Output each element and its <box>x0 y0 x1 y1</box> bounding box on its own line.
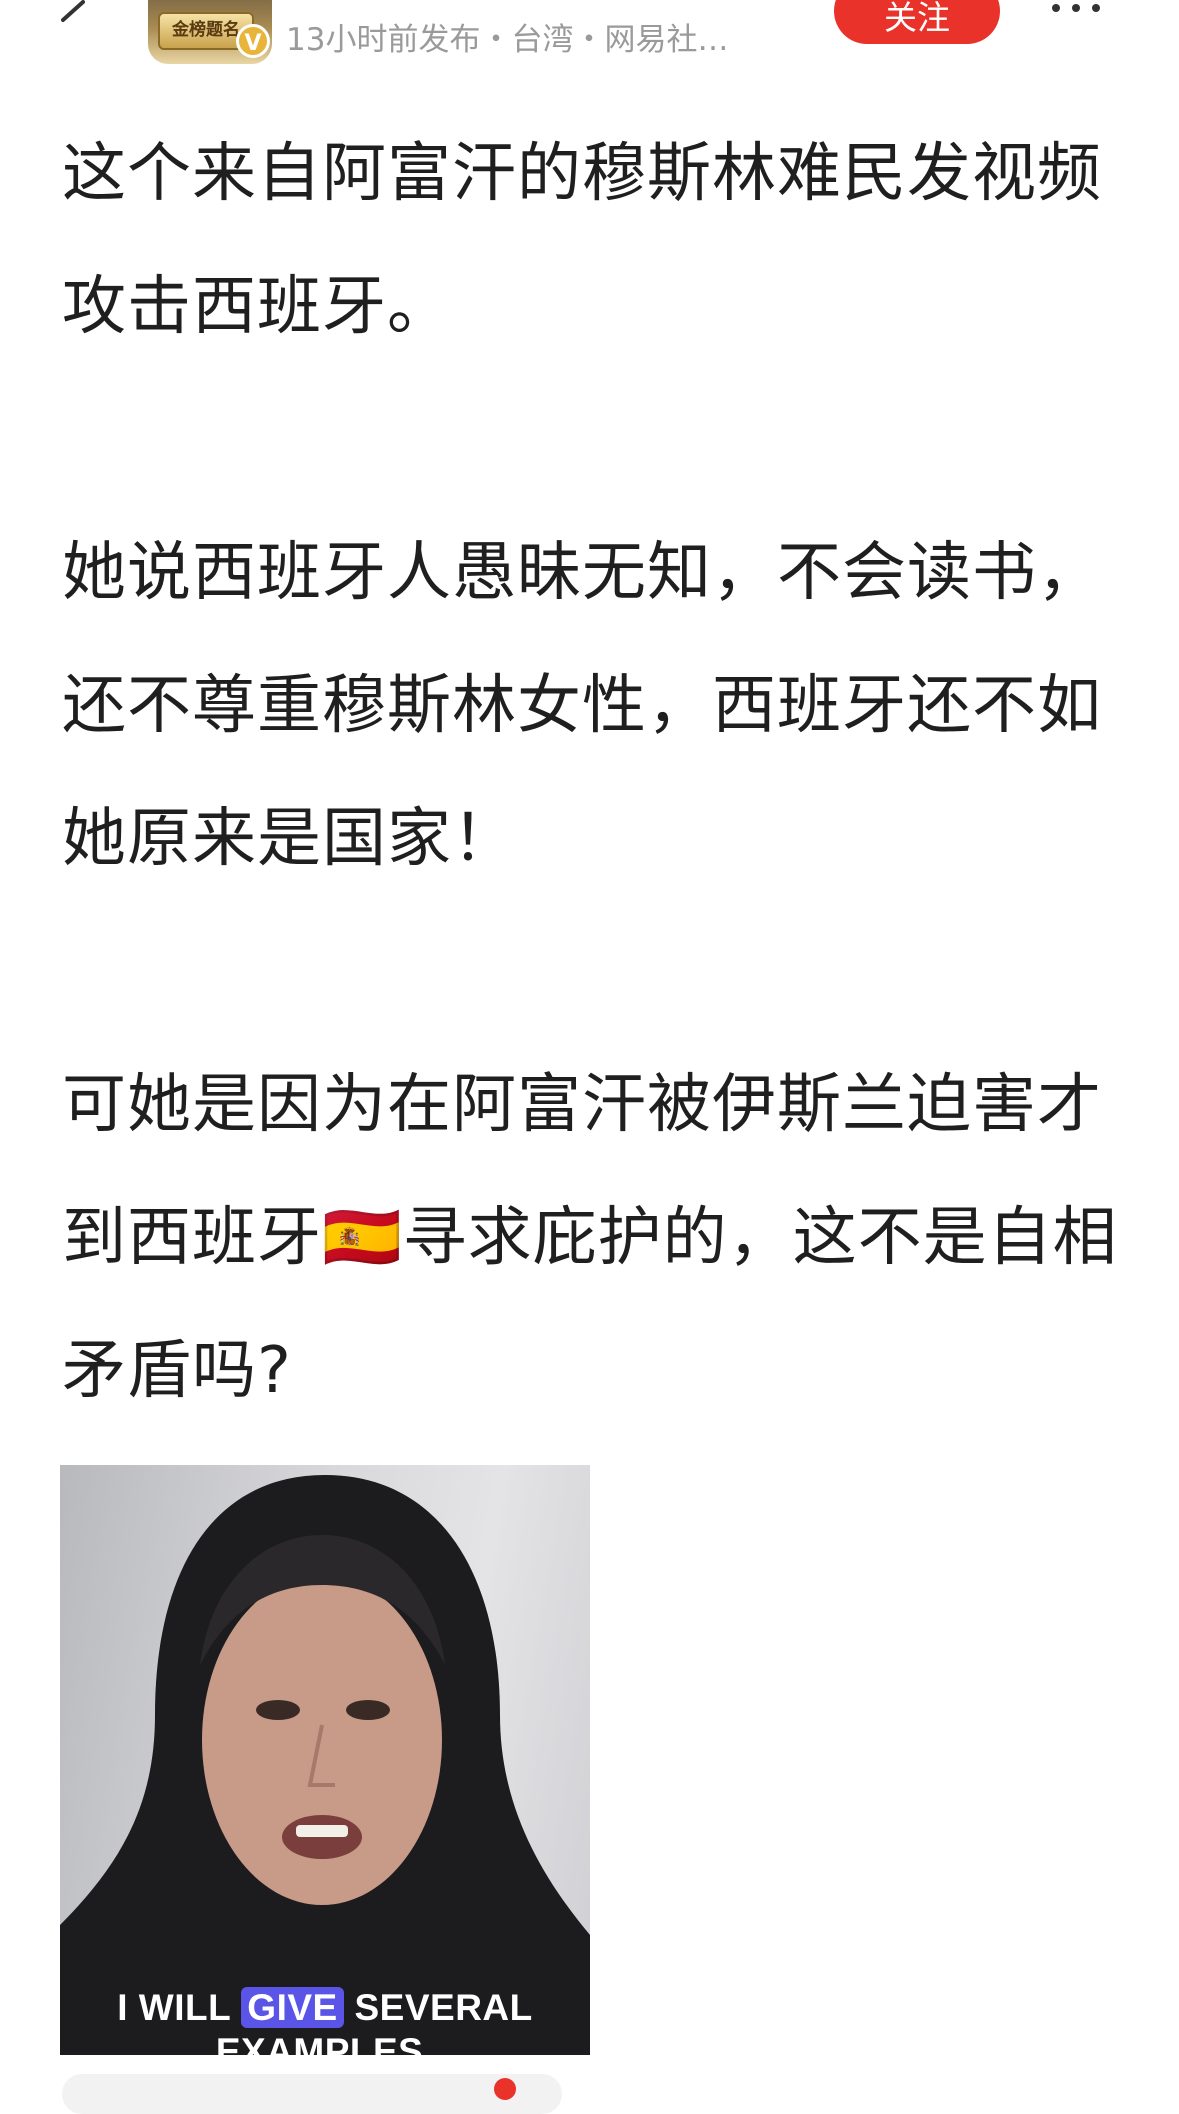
more-options-icon[interactable] <box>1048 0 1108 16</box>
post-video-thumbnail[interactable]: I WILL GIVE SEVERAL EXAMPLES. <box>60 1465 590 2055</box>
post-body: 这个来自阿富汗的穆斯林难民发视频攻击西班牙。 她说西班牙人愚昧无知，不会读书，还… <box>62 108 1122 1438</box>
notification-dot <box>494 2078 516 2100</box>
verified-badge-icon: V <box>236 24 270 58</box>
post-header: 金榜题名 V 13小时前发布・台湾・网易社… 关注 <box>0 0 1179 70</box>
post-paragraph: 她说西班牙人愚昧无知，不会读书，还不尊重穆斯林女性，西班牙还不如她原来是国家！ <box>62 536 1102 876</box>
back-arrow-icon[interactable] <box>55 0 89 40</box>
post-paragraph: 这个来自阿富汗的穆斯林难民发视频攻击西班牙。 <box>62 137 1102 344</box>
comment-bar[interactable] <box>62 2074 562 2114</box>
video-caption-line1: I WILL GIVE SEVERAL <box>117 1987 533 2028</box>
author-name[interactable] <box>285 0 645 6</box>
caption-highlight-word: GIVE <box>241 1987 344 2028</box>
follow-button[interactable]: 关注 <box>834 0 1000 44</box>
post-paragraph: 可她是因为在阿富汗被伊斯兰迫害才到西班牙🇪🇸寻求庇护的，这不是自相矛盾吗? <box>62 1068 1118 1408</box>
woman-in-hijab-image <box>60 1475 590 2055</box>
video-caption-line2: EXAMPLES. <box>215 2031 435 2055</box>
post-meta: 13小时前发布・台湾・网易社… <box>286 22 729 58</box>
